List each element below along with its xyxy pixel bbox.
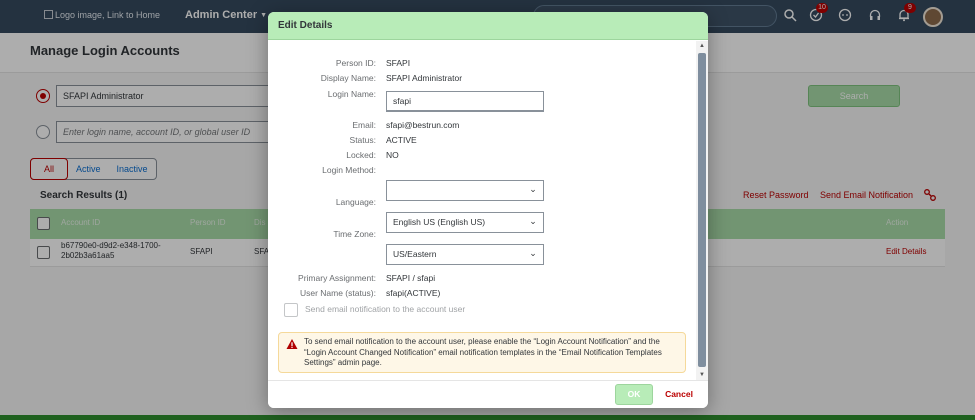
warning-message-strip: To send email notification to the accoun… <box>278 332 686 373</box>
status-value: ACTIVE <box>386 135 417 145</box>
warning-icon <box>286 338 298 350</box>
primary-assignment-value: SFAPI / sfapi <box>386 273 436 283</box>
chevron-down-icon: ⌄ <box>529 216 537 226</box>
display-name-label: Display Name: <box>320 73 376 83</box>
dialog-title: Edit Details <box>278 20 333 31</box>
user-name-label: User Name (status): <box>299 288 376 298</box>
send-email-checkbox-label: Send email notification to the account u… <box>305 304 466 314</box>
chevron-down-icon: ⌄ <box>529 248 537 258</box>
ok-button[interactable]: OK <box>615 384 653 405</box>
display-name-value: SFAPI Administrator <box>386 73 463 83</box>
dialog-scrollbar[interactable]: ▲ ▼ <box>696 41 708 380</box>
locked-label: Locked: <box>346 150 376 160</box>
login-method-label: Login Method: <box>322 165 376 175</box>
dialog-header: Edit Details <box>268 12 708 40</box>
email-value: sfapi@bestrun.com <box>386 120 460 130</box>
language-select[interactable]: English US (English US) ⌄ <box>386 212 544 233</box>
login-name-input[interactable]: sfapi <box>386 91 544 112</box>
chevron-down-icon: ⌄ <box>529 184 537 194</box>
email-label: Email: <box>352 120 376 130</box>
login-name-label: Login Name: <box>327 89 376 99</box>
person-id-label: Person ID: <box>335 58 376 68</box>
time-zone-select[interactable]: US/Eastern ⌄ <box>386 244 544 265</box>
send-email-checkbox[interactable] <box>284 303 298 317</box>
time-zone-label: Time Zone: <box>333 229 376 239</box>
scrollbar-thumb[interactable] <box>698 53 706 367</box>
dialog-footer: OK Cancel <box>268 380 708 408</box>
cancel-button[interactable]: Cancel <box>660 384 698 405</box>
language-selected: English US (English US) <box>393 217 486 227</box>
scroll-down-icon[interactable]: ▼ <box>696 370 708 380</box>
primary-assignment-label: Primary Assignment: <box>298 273 376 283</box>
status-label: Status: <box>349 135 376 145</box>
user-name-value: sfapi(ACTIVE) <box>386 288 441 298</box>
scroll-up-icon[interactable]: ▲ <box>696 41 708 51</box>
time-zone-selected: US/Eastern <box>393 249 437 259</box>
edit-details-dialog: Edit Details Person ID: SFAPI Display Na… <box>268 12 708 408</box>
language-label: Language: <box>335 197 376 207</box>
locked-value: NO <box>386 150 399 160</box>
dialog-body: Person ID: SFAPI Display Name: SFAPI Adm… <box>268 41 696 380</box>
warning-message-text: To send email notification to the accoun… <box>304 337 662 367</box>
login-method-select[interactable]: ⌄ <box>386 180 544 201</box>
person-id-value: SFAPI <box>386 58 411 68</box>
